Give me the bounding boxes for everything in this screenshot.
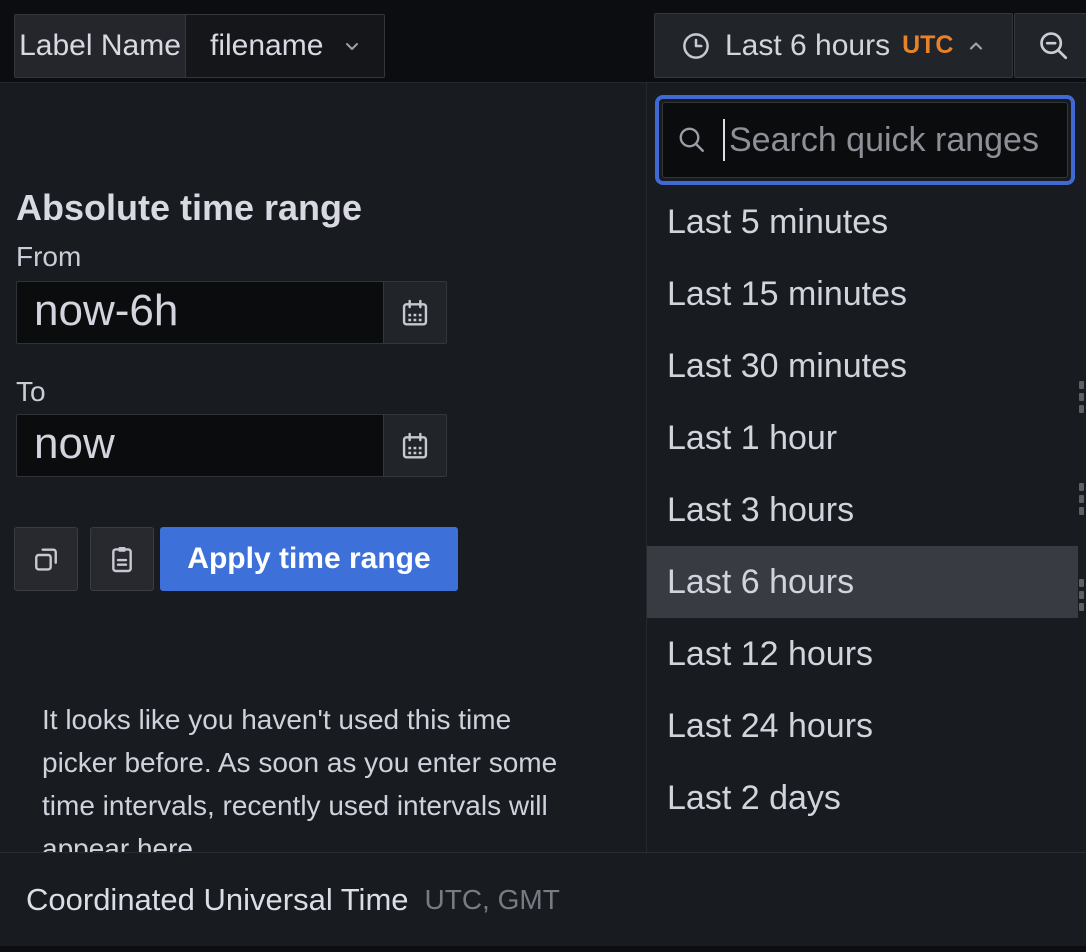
search-quick-ranges-input[interactable] <box>727 120 1053 161</box>
quick-range-option[interactable]: Last 12 hours <box>647 618 1078 690</box>
scrollbar-dash <box>1079 483 1084 491</box>
calendar-icon <box>399 297 431 329</box>
quick-range-option[interactable]: Last 24 hours <box>647 690 1078 762</box>
absolute-time-range-section: Absolute time range From To <box>0 83 647 852</box>
quick-ranges-list: Last 5 minutes Last 15 minutes Last 30 m… <box>647 186 1078 834</box>
caret-up-icon <box>964 34 988 58</box>
scrollbar-dash <box>1079 507 1084 515</box>
scrollbar-dash <box>1079 393 1084 401</box>
clipboard-icon <box>106 543 138 575</box>
section-title: Absolute time range <box>16 187 362 229</box>
quick-range-option[interactable]: Last 30 minutes <box>647 330 1078 402</box>
to-calendar-button[interactable] <box>383 414 447 477</box>
copy-time-range-button[interactable] <box>14 527 78 591</box>
text-cursor <box>723 119 725 161</box>
timezone-badge: UTC <box>902 31 953 60</box>
scrollbar-dash <box>1079 405 1084 413</box>
timezone-footer: Coordinated Universal Time UTC, GMT UTC+… <box>0 852 1086 946</box>
time-range-picker-button[interactable]: Last 6 hours UTC <box>654 13 1013 78</box>
bottom-strip <box>0 946 1086 952</box>
timezone-codes: UTC, GMT <box>425 884 560 916</box>
zoom-out-button[interactable] <box>1014 13 1086 78</box>
note-intro-text: It looks like you haven't used this time… <box>42 704 557 864</box>
scrollbar-dash <box>1079 495 1084 503</box>
scrollbar-dash <box>1079 381 1084 389</box>
quick-range-option[interactable]: Last 15 minutes <box>647 258 1078 330</box>
clock-icon <box>681 31 711 61</box>
zoom-out-icon <box>1037 29 1071 63</box>
label-value-text: filename <box>210 29 323 63</box>
to-label: To <box>16 376 46 408</box>
search-icon <box>677 125 707 155</box>
quick-range-option[interactable]: Last 3 hours <box>647 474 1078 546</box>
scrollbar-dash <box>1079 579 1084 587</box>
to-input-group <box>16 414 448 477</box>
time-picker-panel: Label Name filename Last 6 hours UTC Abs… <box>0 0 1086 952</box>
query-label-text: Label Name <box>19 29 181 63</box>
to-input[interactable] <box>16 414 384 477</box>
from-calendar-button[interactable] <box>383 281 447 344</box>
calendar-icon <box>399 430 431 462</box>
scrollbar-dash <box>1079 591 1084 599</box>
quick-ranges-dropdown: Last 5 minutes Last 15 minutes Last 30 m… <box>647 83 1086 852</box>
paste-time-range-button[interactable] <box>90 527 154 591</box>
apply-time-range-button[interactable]: Apply time range <box>160 527 458 591</box>
search-focus-ring <box>655 95 1075 185</box>
chevron-down-icon <box>340 34 364 58</box>
scrollbar-dash <box>1079 603 1084 611</box>
time-range-label: Last 6 hours <box>725 29 890 63</box>
quick-range-option[interactable]: Last 1 hour <box>647 402 1078 474</box>
quick-range-option[interactable]: Last 2 days <box>647 762 1078 834</box>
from-input[interactable] <box>16 281 384 344</box>
copy-icon <box>30 543 62 575</box>
label-value-dropdown[interactable]: filename <box>185 14 385 78</box>
top-bar: Label Name filename Last 6 hours UTC <box>0 0 1086 83</box>
from-label: From <box>16 241 81 273</box>
query-label-name: Label Name <box>14 14 186 78</box>
from-input-group <box>16 281 448 344</box>
search-box[interactable] <box>662 102 1068 178</box>
quick-range-option[interactable]: Last 5 minutes <box>647 186 1078 258</box>
timezone-name: Coordinated Universal Time <box>26 882 409 918</box>
quick-range-option-selected[interactable]: Last 6 hours <box>647 546 1078 618</box>
